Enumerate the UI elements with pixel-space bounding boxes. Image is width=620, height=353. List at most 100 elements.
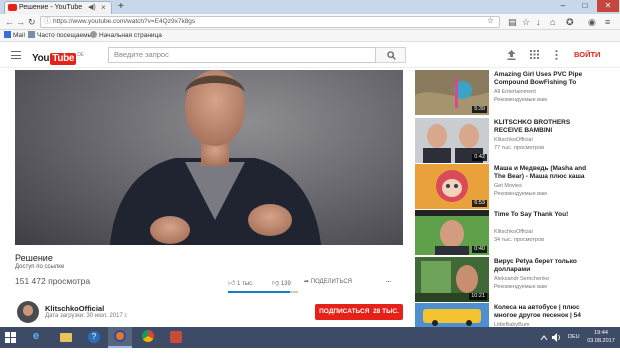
related-title[interactable]: KLITSCHKO BROTHERS RECEIVE BAMBINI: [494, 119, 599, 135]
file-explorer-icon[interactable]: [54, 327, 78, 348]
close-window-button[interactable]: ✕: [597, 0, 619, 12]
bookmark-most-visited[interactable]: Часто посещаемые: [28, 30, 96, 41]
related-title[interactable]: Маша и Медведь (Masha and The Bear) - Ма…: [494, 165, 599, 181]
browser-tab-strip: Решение - YouTube ◀) × + ‒ □ ✕: [0, 0, 620, 14]
related-channel: Aleksandr Semchenko: [494, 276, 550, 282]
speaker-icon[interactable]: ◀): [88, 2, 96, 14]
related-channel: KlitschkoOfficial: [494, 137, 533, 143]
menu-icon[interactable]: ≡: [605, 16, 610, 28]
search-icon: [387, 51, 396, 60]
unlisted-badge: Доступ по ссылке: [15, 264, 65, 270]
bookmark-home-page[interactable]: Начальная страница: [90, 30, 162, 41]
share-icon: ➦: [304, 279, 310, 285]
related-meta: Рекомендуемые вам: [494, 191, 547, 197]
like-button[interactable]: 👍︎ 1 тыс.: [228, 278, 254, 287]
upload-date: Дата загрузки: 30 июл. 2017 г.: [45, 313, 128, 319]
related-video-item[interactable]: 0:40 Time To Say Thank You! KlitschkoOff…: [415, 210, 620, 260]
dislike-button[interactable]: 👎︎ 139: [272, 278, 291, 287]
related-meta: Рекомендуемые вам: [494, 97, 547, 103]
related-meta: Рекомендуемые вам: [494, 284, 547, 290]
firefox-icon[interactable]: [108, 327, 132, 348]
subscribe-button[interactable]: ПОДПИСАТЬСЯ 28 ТЫС.: [315, 304, 403, 320]
search-input[interactable]: Введите запрос: [108, 47, 376, 63]
settings-dots-icon[interactable]: [552, 50, 561, 60]
library-icon[interactable]: ▤: [508, 16, 517, 28]
show-hidden-icons-icon[interactable]: [540, 334, 548, 342]
video-duration: 0:40: [472, 246, 487, 253]
account-icon[interactable]: ◉: [588, 16, 596, 28]
minimize-window-button[interactable]: ‒: [552, 0, 574, 12]
related-channel: KlitschkoOfficial: [494, 229, 533, 235]
like-ratio-fill: [228, 291, 290, 293]
search-button[interactable]: [376, 47, 406, 63]
channel-name[interactable]: KlitschkoOfficial: [45, 304, 104, 313]
new-tab-button[interactable]: +: [118, 0, 124, 13]
like-ratio-bar: [228, 291, 298, 293]
downloads-icon[interactable]: ↓: [536, 16, 541, 28]
channel-avatar[interactable]: [17, 301, 39, 323]
video-thumbnail[interactable]: 0:42: [415, 118, 489, 163]
extension-icon[interactable]: ✪: [566, 16, 574, 28]
video-thumbnail[interactable]: 5:39: [415, 70, 489, 115]
sign-in-button[interactable]: ВОЙТИ: [574, 50, 600, 59]
system-clock[interactable]: 19:44 03.08.2017: [586, 329, 616, 345]
app-icon[interactable]: [164, 327, 188, 348]
video-duration: 10:21: [469, 293, 487, 300]
video-player[interactable]: [15, 70, 403, 245]
speaker-tray-icon[interactable]: [552, 333, 562, 342]
apps-grid-icon[interactable]: [530, 50, 539, 59]
windows-start-icon[interactable]: [5, 332, 16, 343]
youtube-favicon-icon: [8, 4, 17, 11]
tab-youtube[interactable]: Решение - YouTube ◀) ×: [4, 1, 112, 14]
address-bar[interactable]: ⓘ https://www.youtube.com/watch?v=E4Qz9x…: [40, 16, 500, 28]
related-video-item[interactable]: 6:53 Маша и Медведь (Masha and The Bear)…: [415, 164, 620, 214]
bookmarks-bar: Mail Часто посещаемые Начальная страница: [0, 30, 620, 42]
bookmark-mail[interactable]: Mail: [4, 30, 25, 41]
related-title[interactable]: Вирус Petya берет только долларами: [494, 258, 599, 274]
video-duration: 5:39: [472, 106, 487, 113]
video-thumbnail[interactable]: 6:53: [415, 164, 489, 209]
back-icon[interactable]: ←: [5, 16, 14, 28]
reload-icon[interactable]: ↻: [28, 16, 36, 28]
related-title[interactable]: Колеса на автобусе | плюс многое другое …: [494, 304, 599, 320]
home-icon[interactable]: ⌂: [550, 16, 555, 28]
tab-title: Решение - YouTube: [19, 4, 83, 11]
view-count: 151 472 просмотра: [15, 276, 91, 286]
clock-date: 03.08.2017: [587, 338, 615, 344]
video-title: Решение: [15, 253, 53, 263]
close-tab-icon[interactable]: ×: [101, 2, 106, 14]
guide-menu-icon[interactable]: [11, 51, 21, 59]
video-thumbnail[interactable]: 10:21: [415, 257, 489, 302]
related-video-item[interactable]: 5:39 Amazing Girl Uses PVC Pipe Compound…: [415, 70, 620, 120]
globe-icon: [90, 31, 97, 38]
related-video-item[interactable]: 0:42 KLITSCHKO BROTHERS RECEIVE BAMBINI …: [415, 118, 620, 168]
bookmark-star-icon[interactable]: ☆: [487, 15, 494, 27]
related-video-item[interactable]: 10:21 Вирус Petya берет только долларами…: [415, 257, 620, 307]
chrome-icon[interactable]: [136, 327, 160, 348]
help-app-icon[interactable]: ?: [82, 327, 106, 348]
internet-explorer-icon[interactable]: e: [26, 327, 50, 348]
maximize-window-button[interactable]: □: [574, 0, 596, 12]
video-duration: 0:42: [472, 154, 487, 161]
upload-icon[interactable]: [507, 50, 516, 60]
lock-icon: ⓘ: [44, 18, 51, 25]
thumbs-down-icon: 👎︎: [272, 280, 280, 287]
youtube-logo[interactable]: You Tube DE: [32, 49, 84, 65]
video-thumbnail[interactable]: 0:40: [415, 210, 489, 255]
share-button[interactable]: ➦ ПОДЕЛИТЬСЯ: [304, 278, 352, 285]
forward-icon[interactable]: →: [16, 16, 25, 28]
url-text: https://www.youtube.com/watch?v=E4Qz9x7k…: [53, 18, 196, 25]
related-channel: All Entertainment: [494, 89, 536, 95]
related-meta: 34 тыс. просмотров: [494, 237, 545, 243]
video-duration: 6:53: [472, 200, 487, 207]
related-title[interactable]: Time To Say Thank You!: [494, 211, 599, 219]
windows-taskbar: e ? DEU 19:44 03.08.2017: [0, 327, 620, 348]
bookmarks-menu-icon[interactable]: ☆: [522, 16, 530, 28]
related-title[interactable]: Amazing Girl Uses PVC Pipe Compound BowF…: [494, 71, 599, 87]
more-actions-button[interactable]: ...: [386, 278, 391, 284]
youtube-header: You Tube DE Введите запрос ВОЙТИ: [0, 43, 620, 68]
input-language[interactable]: DEU: [568, 334, 580, 340]
mail-icon: [4, 31, 11, 38]
thumbs-up-icon: 👍︎: [228, 280, 236, 287]
folder-icon: [28, 31, 35, 38]
